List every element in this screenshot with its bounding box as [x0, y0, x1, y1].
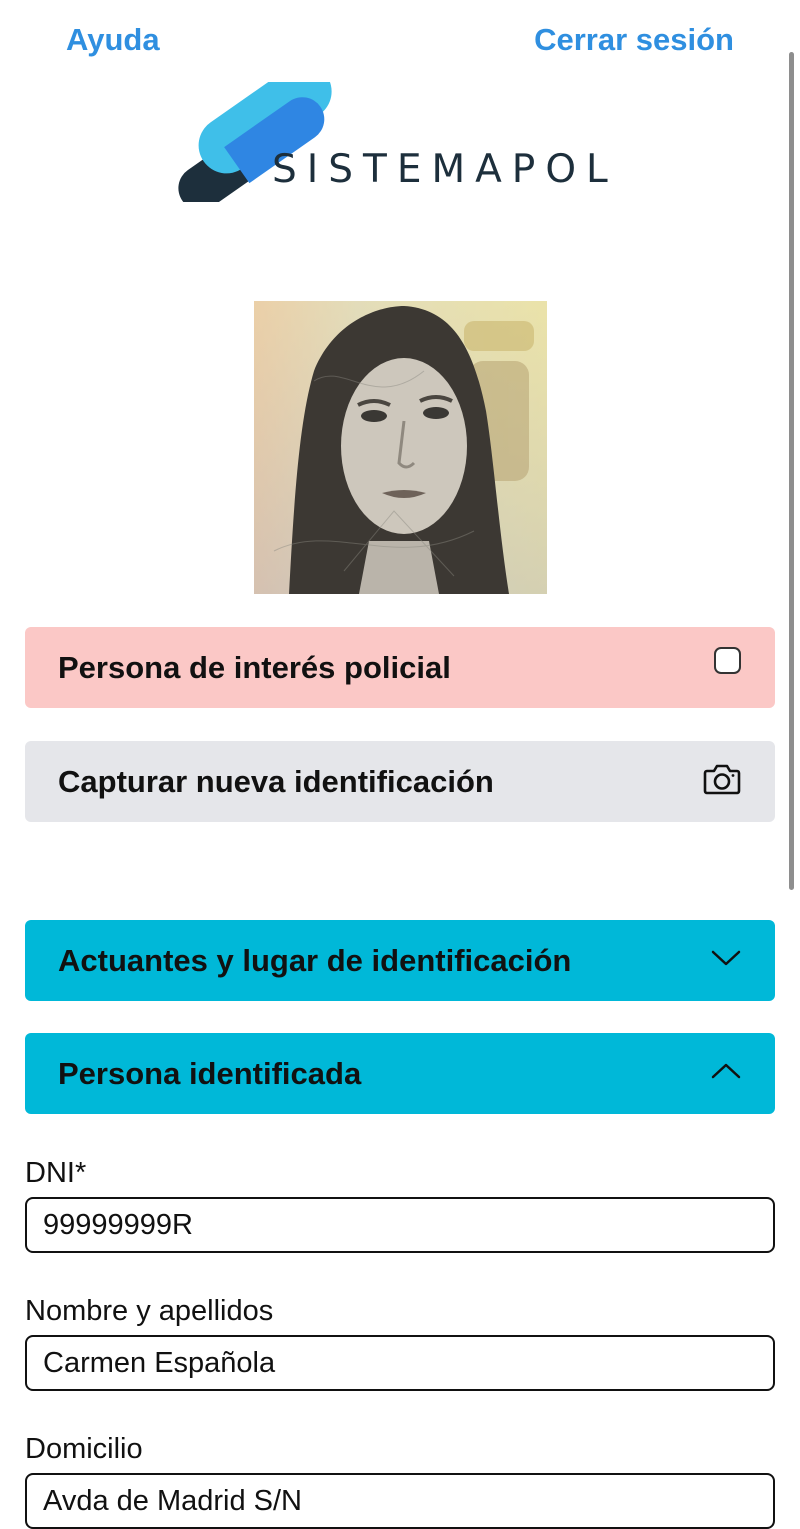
chevron-up-icon — [711, 1062, 741, 1085]
camera-icon — [703, 763, 741, 800]
police-interest-row[interactable]: Persona de interés policial — [25, 627, 775, 708]
logo-text: SISTEMAPOL — [272, 147, 618, 192]
dni-label: DNI* — [25, 1157, 87, 1189]
help-link[interactable]: Ayuda — [66, 22, 160, 58]
person-photo-icon — [254, 301, 547, 594]
section-persona-header[interactable]: Persona identificada — [25, 1033, 775, 1114]
capture-new-id-button[interactable]: Capturar nueva identificación — [25, 741, 775, 822]
logout-link[interactable]: Cerrar sesión — [534, 22, 734, 58]
top-bar: Ayuda Cerrar sesión — [0, 22, 800, 62]
nombre-field[interactable] — [25, 1335, 775, 1391]
section-persona-label: Persona identificada — [58, 1055, 362, 1091]
nombre-label: Nombre y apellidos — [25, 1295, 274, 1327]
police-interest-checkbox[interactable] — [714, 647, 741, 674]
domicilio-label: Domicilio — [25, 1433, 143, 1465]
chevron-down-icon — [711, 949, 741, 972]
police-interest-label: Persona de interés policial — [58, 649, 451, 685]
capture-new-id-label: Capturar nueva identificación — [58, 763, 494, 799]
profile-photo — [254, 301, 547, 594]
dni-field[interactable] — [25, 1197, 775, 1253]
domicilio-field[interactable] — [25, 1473, 775, 1529]
section-actuantes-label: Actuantes y lugar de identificación — [58, 942, 572, 978]
scrollbar[interactable] — [789, 52, 794, 890]
section-actuantes-header[interactable]: Actuantes y lugar de identificación — [25, 920, 775, 1001]
